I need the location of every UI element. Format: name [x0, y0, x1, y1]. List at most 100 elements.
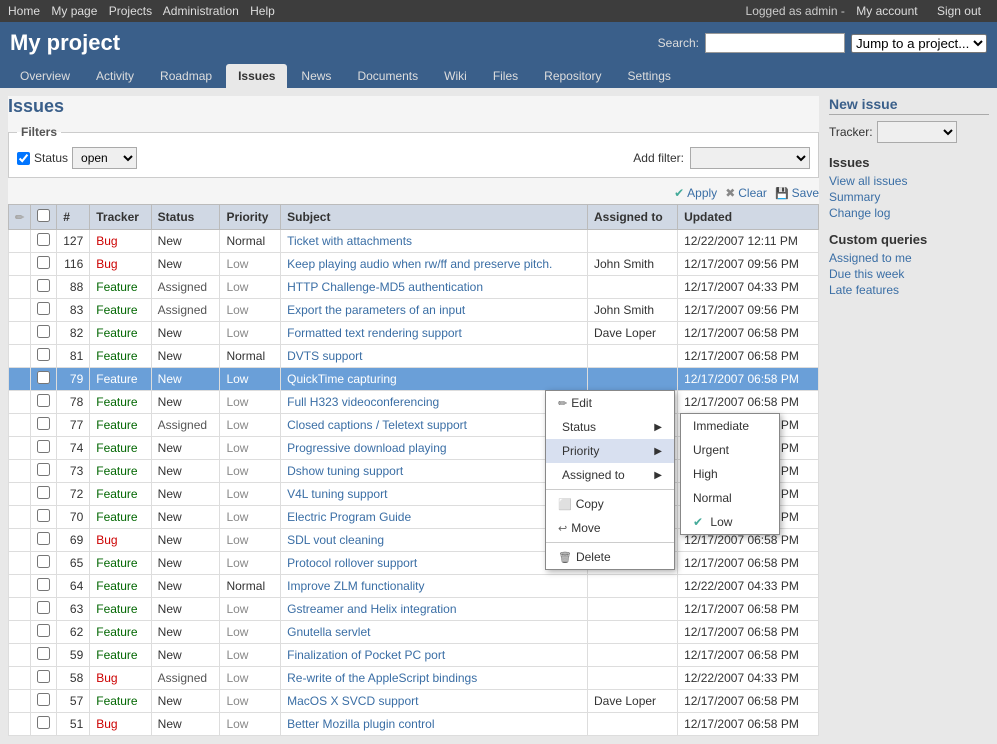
nav-admin[interactable]: Administration — [163, 4, 239, 18]
row-checkbox[interactable] — [37, 486, 50, 499]
row-subject[interactable]: Export the parameters of an input — [281, 299, 588, 322]
row-checkbox[interactable] — [37, 670, 50, 683]
tab-issues[interactable]: Issues — [226, 64, 287, 88]
search-input[interactable] — [705, 33, 845, 53]
row-subject[interactable]: Dshow tuning support — [281, 460, 588, 483]
my-account-link[interactable]: My account — [856, 4, 917, 18]
th-status[interactable]: Status — [151, 205, 220, 230]
priority-urgent[interactable]: Urgent — [681, 438, 779, 462]
priority-low[interactable]: ✔ Low — [681, 510, 779, 534]
issue-link[interactable]: Electric Program Guide — [287, 510, 411, 524]
ctx-status[interactable]: Status ▶ — [546, 415, 674, 439]
tab-settings[interactable]: Settings — [616, 64, 683, 88]
row-subject[interactable]: V4L tuning support — [281, 483, 588, 506]
row-subject[interactable]: Gstreamer and Helix integration — [281, 598, 588, 621]
status-checkbox[interactable] — [17, 152, 30, 165]
due-this-week-link[interactable]: Due this week — [829, 267, 989, 281]
row-checkbox[interactable] — [37, 440, 50, 453]
row-subject[interactable]: QuickTime capturing — [281, 368, 588, 391]
issue-link[interactable]: Ticket with attachments — [287, 234, 412, 248]
issue-link[interactable]: Closed captions / Teletext support — [287, 418, 467, 432]
select-all-checkbox[interactable] — [37, 209, 50, 222]
issue-link[interactable]: Keep playing audio when rw/ff and preser… — [287, 257, 552, 271]
issue-link[interactable]: Gstreamer and Helix integration — [287, 602, 456, 616]
issue-link[interactable]: V4L tuning support — [287, 487, 387, 501]
view-all-issues-link[interactable]: View all issues — [829, 174, 989, 188]
issue-link[interactable]: Progressive download playing — [287, 441, 446, 455]
row-checkbox[interactable] — [37, 693, 50, 706]
row-subject[interactable]: Re-write of the AppleScript bindings — [281, 667, 588, 690]
issue-link[interactable]: DVTS support — [287, 349, 362, 363]
ctx-copy[interactable]: ⬜Copy — [546, 492, 674, 516]
issue-link[interactable]: Improve ZLM functionality — [287, 579, 424, 593]
late-features-link[interactable]: Late features — [829, 283, 989, 297]
priority-immediate[interactable]: Immediate — [681, 414, 779, 438]
row-subject[interactable]: DVTS support — [281, 345, 588, 368]
row-subject[interactable]: Progressive download playing — [281, 437, 588, 460]
row-checkbox[interactable] — [37, 647, 50, 660]
ctx-assigned[interactable]: Assigned to ▶ — [546, 463, 674, 487]
row-subject[interactable]: Finalization of Pocket PC port — [281, 644, 588, 667]
jump-to-project[interactable]: Jump to a project... — [851, 34, 987, 53]
nav-mypage[interactable]: My page — [51, 4, 97, 18]
th-tracker[interactable]: Tracker — [90, 205, 151, 230]
row-subject[interactable]: HTTP Challenge-MD5 authentication — [281, 276, 588, 299]
row-subject[interactable]: Improve ZLM functionality — [281, 575, 588, 598]
nav-help[interactable]: Help — [250, 4, 275, 18]
th-assigned[interactable]: Assigned to — [588, 205, 678, 230]
change-log-link[interactable]: Change log — [829, 206, 989, 220]
row-checkbox[interactable] — [37, 279, 50, 292]
sign-out-link[interactable]: Sign out — [937, 4, 981, 18]
row-subject[interactable]: Ticket with attachments — [281, 230, 588, 253]
row-subject[interactable]: Formatted text rendering support — [281, 322, 588, 345]
th-id[interactable]: # — [57, 205, 90, 230]
row-subject[interactable]: Electric Program Guide — [281, 506, 588, 529]
issue-link[interactable]: Re-write of the AppleScript bindings — [287, 671, 477, 685]
row-subject[interactable]: Keep playing audio when rw/ff and preser… — [281, 253, 588, 276]
issue-link[interactable]: SDL vout cleaning — [287, 533, 384, 547]
issue-link[interactable]: Formatted text rendering support — [287, 326, 462, 340]
row-checkbox[interactable] — [37, 233, 50, 246]
nav-projects[interactable]: Projects — [109, 4, 152, 18]
row-checkbox[interactable] — [37, 256, 50, 269]
tab-overview[interactable]: Overview — [8, 64, 82, 88]
tab-wiki[interactable]: Wiki — [432, 64, 479, 88]
row-subject[interactable]: SDL vout cleaning — [281, 529, 588, 552]
status-select[interactable]: openclosedany — [72, 147, 137, 169]
row-checkbox[interactable] — [37, 394, 50, 407]
nav-home[interactable]: Home — [8, 4, 40, 18]
row-checkbox[interactable] — [37, 348, 50, 361]
tab-repository[interactable]: Repository — [532, 64, 613, 88]
issue-link[interactable]: Finalization of Pocket PC port — [287, 648, 445, 662]
tab-roadmap[interactable]: Roadmap — [148, 64, 224, 88]
issue-link[interactable]: QuickTime capturing — [287, 372, 397, 386]
row-subject[interactable]: Protocol rollover support — [281, 552, 588, 575]
row-checkbox[interactable] — [37, 601, 50, 614]
tab-files[interactable]: Files — [481, 64, 530, 88]
row-checkbox[interactable] — [37, 578, 50, 591]
tab-documents[interactable]: Documents — [345, 64, 430, 88]
th-updated[interactable]: Updated — [678, 205, 819, 230]
priority-high[interactable]: High — [681, 462, 779, 486]
row-checkbox[interactable] — [37, 371, 50, 384]
row-checkbox[interactable] — [37, 417, 50, 430]
issue-link[interactable]: Better Mozilla plugin control — [287, 717, 434, 731]
issue-link[interactable]: Dshow tuning support — [287, 464, 403, 478]
tab-news[interactable]: News — [289, 64, 343, 88]
summary-link[interactable]: Summary — [829, 190, 989, 204]
tracker-select[interactable] — [877, 121, 957, 143]
save-button[interactable]: 💾 Save — [775, 186, 819, 200]
ctx-priority[interactable]: Priority ▶ — [546, 439, 674, 463]
issue-link[interactable]: Gnutella servlet — [287, 625, 370, 639]
th-subject[interactable]: Subject — [281, 205, 588, 230]
issue-link[interactable]: HTTP Challenge-MD5 authentication — [287, 280, 483, 294]
row-subject[interactable]: Full H323 videoconferencing — [281, 391, 588, 414]
issue-link[interactable]: Full H323 videoconferencing — [287, 395, 439, 409]
issue-link[interactable]: MacOS X SVCD support — [287, 694, 418, 708]
ctx-move[interactable]: ↩Move — [546, 516, 674, 540]
row-checkbox[interactable] — [37, 624, 50, 637]
issue-link[interactable]: Export the parameters of an input — [287, 303, 465, 317]
tab-activity[interactable]: Activity — [84, 64, 146, 88]
clear-button[interactable]: ✖ Clear — [725, 186, 767, 200]
assigned-to-me-link[interactable]: Assigned to me — [829, 251, 989, 265]
